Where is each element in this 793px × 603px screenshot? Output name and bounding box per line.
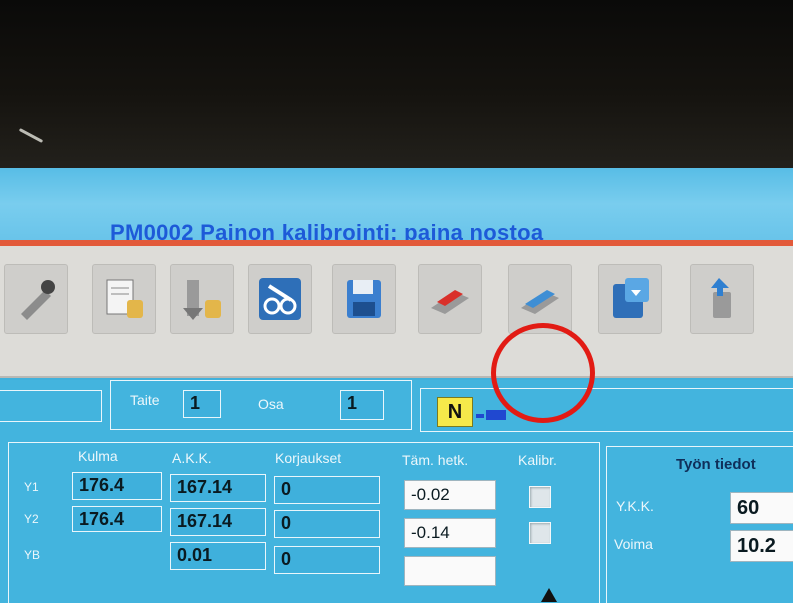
save-disk-icon — [347, 280, 381, 318]
monitor-bezel — [0, 0, 793, 170]
tool-press-button[interactable] — [4, 264, 68, 334]
yb-tam-hetk — [404, 556, 496, 586]
document-stack-icon — [106, 279, 143, 318]
voima-field: 10.2 — [730, 530, 793, 562]
recycle-bin-icon — [711, 278, 731, 318]
settings-button[interactable] — [248, 264, 312, 334]
settings-wrench-icon — [259, 278, 301, 320]
row-label-y2: Y2 — [24, 512, 39, 526]
yb-korjaukset[interactable]: 0 — [274, 546, 380, 574]
osa-label: Osa — [258, 396, 284, 412]
y1-korjaukset[interactable]: 0 — [274, 476, 380, 504]
y2-akk[interactable]: 167.14 — [170, 508, 266, 536]
row-label-y1: Y1 — [24, 480, 39, 494]
col-korjaukset: Korjaukset — [275, 450, 342, 466]
mode-badge[interactable]: N — [437, 397, 473, 427]
title-bar: PM0002 Painon kalibrointi: paina nostoa — [0, 168, 793, 245]
y1-kalibr-checkbox[interactable] — [529, 486, 551, 508]
y1-kulma[interactable]: 176.4 — [72, 472, 162, 500]
export-button[interactable] — [598, 264, 662, 334]
import-tools-icon — [183, 280, 221, 320]
import-button[interactable] — [170, 264, 234, 334]
hmi-screen: PM0002 Painon kalibrointi: paina nostoa — [0, 168, 793, 603]
y1-akk[interactable]: 167.14 — [170, 474, 266, 502]
ykk-field: 60 — [730, 492, 793, 524]
col-kalibr: Kalibr. — [518, 452, 557, 468]
tool-press-icon — [21, 280, 55, 320]
tyon-tiedot-title: Työn tiedot — [676, 456, 756, 473]
save-button[interactable] — [332, 264, 396, 334]
y2-tam-hetk: -0.14 — [404, 518, 496, 548]
col-kulma: Kulma — [78, 448, 118, 464]
col-akk: A.K.K. — [172, 450, 212, 466]
bend-red-icon — [431, 290, 469, 314]
row-label-yb: YB — [24, 548, 41, 562]
taite-field[interactable]: 1 — [183, 390, 221, 418]
highlight-circle — [491, 323, 595, 423]
y2-kulma[interactable]: 176.4 — [72, 506, 162, 532]
export-disk-icon — [613, 278, 649, 318]
ykk-label: Y.K.K. — [616, 498, 654, 514]
program-field[interactable] — [0, 390, 102, 422]
toolbar — [0, 246, 793, 378]
bend-forward-button[interactable] — [418, 264, 482, 334]
y2-korjaukset[interactable]: 0 — [274, 510, 380, 538]
mouse-pointer — [541, 588, 557, 602]
y2-kalibr-checkbox[interactable] — [529, 522, 551, 544]
bend-data-panel: Taite 1 Osa 1 N Kulma A.K.K. Korjaukset … — [0, 380, 793, 603]
osa-field[interactable]: 1 — [340, 390, 384, 420]
bend-blue-icon — [521, 290, 559, 314]
y1-tam-hetk: -0.02 — [404, 480, 496, 510]
taite-label: Taite — [130, 392, 160, 408]
col-tam-hetk: Täm. hetk. — [402, 452, 469, 468]
voima-label: Voima — [614, 536, 653, 552]
yb-akk[interactable]: 0.01 — [170, 542, 266, 570]
programs-button[interactable] — [92, 264, 156, 334]
delete-button[interactable] — [690, 264, 754, 334]
